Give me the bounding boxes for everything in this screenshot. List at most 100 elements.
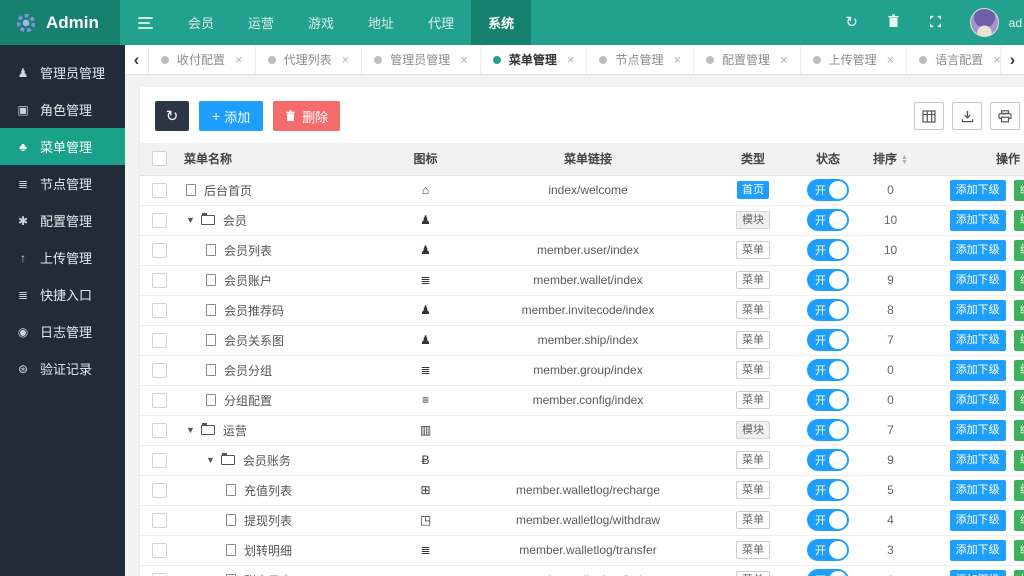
sidebar-item-verify-record[interactable]: ⊛ 验证记录	[0, 350, 125, 387]
sidebar-item-log-manage[interactable]: ◉ 日志管理	[0, 313, 125, 350]
status-toggle[interactable]: 开	[807, 209, 849, 231]
nav-item-operation[interactable]: 运营	[231, 0, 291, 45]
filter-columns-button[interactable]	[914, 102, 944, 130]
row-checkbox[interactable]	[151, 242, 167, 258]
status-toggle[interactable]: 开	[807, 569, 849, 576]
app-logo[interactable]: Admin	[0, 0, 120, 45]
tab-scroll-left-icon[interactable]: ‹	[125, 45, 149, 74]
row-checkbox[interactable]	[151, 542, 167, 558]
status-toggle[interactable]: 开	[807, 269, 849, 291]
add-child-button[interactable]: 添加下级	[949, 209, 1006, 231]
sort-carets-icon[interactable]: ▲ ▼	[901, 154, 908, 166]
row-checkbox[interactable]	[151, 362, 167, 378]
tab-close-icon[interactable]: ×	[342, 52, 350, 67]
add-child-button[interactable]: 添加下级	[949, 509, 1006, 531]
row-checkbox[interactable]	[151, 572, 167, 576]
add-button[interactable]: + 添加	[199, 101, 264, 131]
tab-语言配置[interactable]: 语言配置 ×	[907, 45, 1000, 74]
user-avatar[interactable]	[969, 8, 999, 37]
header-sort[interactable]: 排序 ▲ ▼	[858, 143, 923, 176]
tab-配置管理[interactable]: 配置管理 ×	[694, 45, 801, 74]
edit-button[interactable]: 编辑	[1014, 509, 1024, 531]
fullscreen-icon[interactable]	[928, 15, 944, 31]
sidebar-item-upload-manage[interactable]: ↑ 上传管理	[0, 239, 125, 276]
edit-button[interactable]: 编辑	[1014, 329, 1024, 351]
add-child-button[interactable]: 添加下级	[949, 359, 1006, 381]
row-checkbox[interactable]	[151, 482, 167, 498]
edit-button[interactable]: 编辑	[1014, 179, 1024, 201]
row-checkbox[interactable]	[151, 302, 167, 318]
edit-button[interactable]: 编辑	[1014, 269, 1024, 291]
edit-button[interactable]: 编辑	[1014, 569, 1024, 576]
sidebar-item-admin-manage[interactable]: ♟ 管理员管理	[0, 54, 125, 91]
status-toggle[interactable]: 开	[807, 509, 849, 531]
row-checkbox[interactable]	[151, 452, 167, 468]
row-checkbox[interactable]	[151, 422, 167, 438]
nav-item-agent[interactable]: 代理	[411, 0, 471, 45]
tab-close-icon[interactable]: ×	[235, 52, 243, 67]
status-toggle[interactable]: 开	[807, 419, 849, 441]
add-child-button[interactable]: 添加下级	[949, 269, 1006, 291]
tab-代理列表[interactable]: 代理列表 ×	[256, 45, 363, 74]
edit-button[interactable]: 编辑	[1014, 419, 1024, 441]
sidebar-item-config-manage[interactable]: ✱ 配置管理	[0, 202, 125, 239]
add-child-button[interactable]: 添加下级	[949, 179, 1006, 201]
edit-button[interactable]: 编辑	[1014, 299, 1024, 321]
edit-button[interactable]: 编辑	[1014, 479, 1024, 501]
add-child-button[interactable]: 添加下级	[949, 479, 1006, 501]
status-toggle[interactable]: 开	[807, 359, 849, 381]
sidebar-item-menu-manage[interactable]: ♣ 菜单管理	[0, 128, 125, 165]
add-child-button[interactable]: 添加下级	[949, 419, 1006, 441]
status-toggle[interactable]: 开	[807, 389, 849, 411]
tab-close-icon[interactable]: ×	[460, 52, 468, 67]
nav-item-system[interactable]: 系统	[471, 0, 532, 45]
status-toggle[interactable]: 开	[807, 299, 849, 321]
export-button[interactable]	[952, 102, 982, 130]
row-checkbox[interactable]	[151, 212, 167, 228]
status-toggle[interactable]: 开	[807, 239, 849, 261]
add-child-button[interactable]: 添加下级	[949, 329, 1006, 351]
sidebar-collapse-icon[interactable]	[120, 0, 171, 45]
select-all-checkbox[interactable]	[151, 151, 167, 167]
add-child-button[interactable]: 添加下级	[949, 239, 1006, 261]
tab-close-icon[interactable]: ×	[780, 52, 788, 67]
nav-item-game[interactable]: 游戏	[291, 0, 351, 45]
status-toggle[interactable]: 开	[807, 179, 849, 201]
row-checkbox[interactable]	[151, 392, 167, 408]
caret-down-icon[interactable]: ▼	[186, 425, 195, 435]
tab-上传管理[interactable]: 上传管理 ×	[801, 45, 908, 74]
row-checkbox[interactable]	[151, 332, 167, 348]
row-checkbox[interactable]	[151, 182, 167, 198]
delete-button[interactable]: 删除	[273, 101, 341, 131]
clear-cache-trash-icon[interactable]	[886, 14, 902, 31]
tab-管理员管理[interactable]: 管理员管理 ×	[362, 45, 481, 74]
add-child-button[interactable]: 添加下级	[949, 449, 1006, 471]
edit-button[interactable]: 编辑	[1014, 209, 1024, 231]
refresh-button[interactable]: ↻	[155, 101, 189, 131]
edit-button[interactable]: 编辑	[1014, 389, 1024, 411]
add-child-button[interactable]: 添加下级	[949, 389, 1006, 411]
edit-button[interactable]: 编辑	[1014, 239, 1024, 261]
nav-item-member[interactable]: 会员	[171, 0, 231, 45]
row-checkbox[interactable]	[151, 512, 167, 528]
status-toggle[interactable]: 开	[807, 479, 849, 501]
print-button[interactable]	[990, 102, 1020, 130]
edit-button[interactable]: 编辑	[1014, 359, 1024, 381]
refresh-icon[interactable]: ↻	[844, 15, 860, 30]
status-toggle[interactable]: 开	[807, 329, 849, 351]
tab-菜单管理[interactable]: 菜单管理 ×	[481, 45, 588, 74]
tab-scroll-right-icon[interactable]: ›	[1000, 45, 1024, 74]
tab-收付配置[interactable]: 收付配置 ×	[149, 45, 256, 74]
sidebar-item-node-manage[interactable]: ≣ 节点管理	[0, 165, 125, 202]
caret-down-icon[interactable]: ▼	[186, 215, 195, 225]
tab-close-icon[interactable]: ×	[993, 52, 1000, 67]
tab-节点管理[interactable]: 节点管理 ×	[587, 45, 695, 74]
tab-close-icon[interactable]: ×	[567, 52, 575, 67]
add-child-button[interactable]: 添加下级	[949, 539, 1006, 561]
sidebar-item-role-manage[interactable]: ▣ 角色管理	[0, 91, 125, 128]
add-child-button[interactable]: 添加下级	[949, 569, 1006, 576]
tab-close-icon[interactable]: ×	[887, 52, 895, 67]
sidebar-item-quick-entry[interactable]: ≣ 快捷入口	[0, 276, 125, 313]
status-toggle[interactable]: 开	[807, 539, 849, 561]
row-checkbox[interactable]	[151, 272, 167, 288]
